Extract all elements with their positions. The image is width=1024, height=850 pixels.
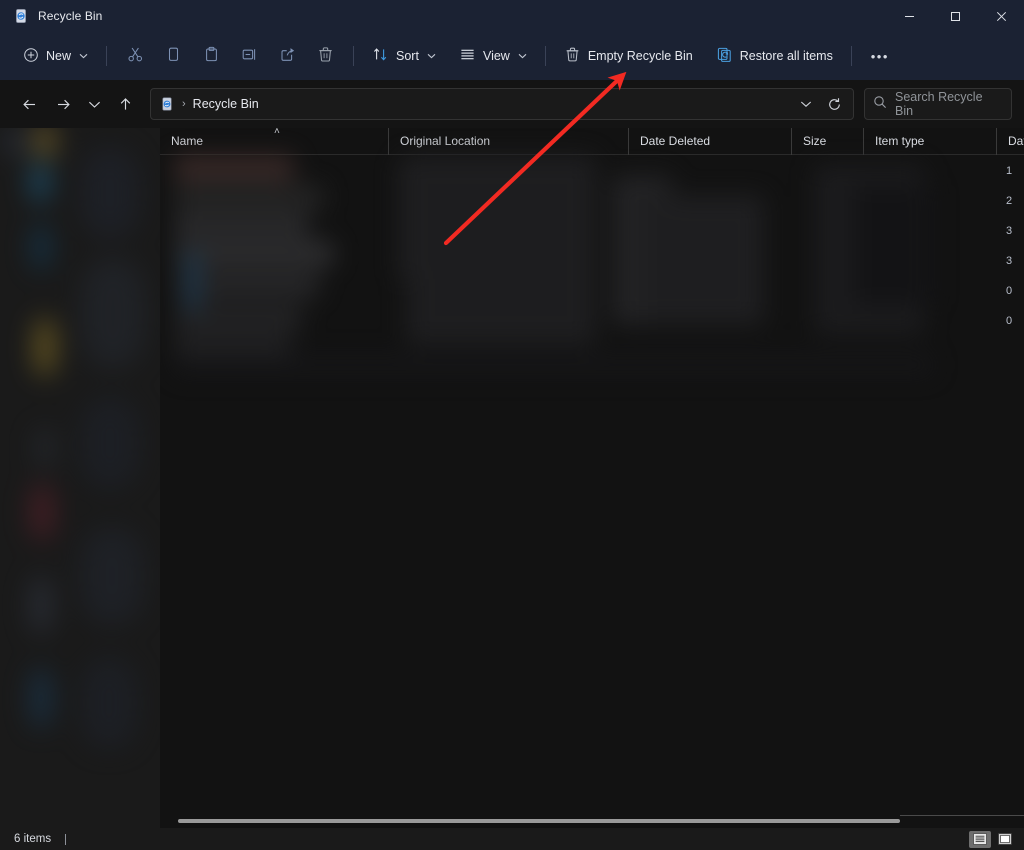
restore-icon: [716, 46, 733, 66]
large-icons-view-icon[interactable]: [994, 831, 1016, 848]
trash-icon: [564, 46, 581, 66]
forward-button[interactable]: [46, 88, 80, 120]
window-title: Recycle Bin: [38, 9, 103, 23]
column-header-label: Item type: [875, 134, 925, 148]
search-input[interactable]: Search Recycle Bin: [864, 88, 1012, 120]
sort-button[interactable]: Sort: [363, 40, 445, 72]
empty-recycle-bin-label: Empty Recycle Bin: [587, 49, 693, 63]
maximize-button[interactable]: [932, 0, 978, 32]
paste-icon: [203, 46, 220, 66]
file-rows-blurred: [174, 155, 1024, 375]
scrollbar-track-line: [900, 815, 1024, 816]
row-edge-fragment: 3: [1006, 225, 1013, 237]
column-header-label: Dat: [1008, 134, 1024, 148]
empty-recycle-bin-button[interactable]: Empty Recycle Bin: [555, 40, 702, 72]
rename-icon: [241, 46, 258, 66]
back-button[interactable]: [12, 88, 46, 120]
row-edge-fragment: 2: [1006, 195, 1013, 207]
row-edge-fragment: 3: [1006, 255, 1013, 267]
copy-button[interactable]: [154, 40, 192, 72]
share-icon: [279, 46, 296, 66]
sort-ascending-icon: ˄: [274, 128, 280, 137]
view-toggle-group: [969, 830, 1016, 848]
file-explorer-window: Recycle Bin New Sort View Empty Recycle …: [0, 0, 1024, 850]
chevron-down-icon: [79, 51, 88, 61]
scrollbar-thumb[interactable]: [178, 819, 900, 823]
file-list-pane: ˄ Name Original Location Date Deleted Si…: [160, 128, 1024, 828]
close-button[interactable]: [978, 0, 1024, 32]
column-header-date[interactable]: Dat: [996, 128, 1024, 155]
view-button[interactable]: View: [450, 40, 536, 72]
new-button-label: New: [46, 49, 72, 63]
breadcrumb-item-recycle-bin[interactable]: Recycle Bin: [193, 97, 259, 111]
column-header-label: Size: [803, 134, 827, 148]
navigation-pane-blurred-content: [0, 128, 160, 828]
chevron-down-icon: [427, 51, 436, 61]
rename-button[interactable]: [230, 40, 268, 72]
recent-locations-button[interactable]: [80, 88, 108, 120]
toolbar-divider-4: [850, 46, 852, 66]
column-header-item-type[interactable]: Item type: [863, 128, 996, 155]
new-button[interactable]: New: [14, 40, 97, 72]
search-icon: [873, 95, 887, 114]
address-bar[interactable]: › Recycle Bin: [150, 88, 854, 120]
title-bar: Recycle Bin: [0, 0, 1024, 32]
horizontal-scrollbar[interactable]: [160, 814, 1024, 828]
toolbar-divider-1: [106, 46, 108, 66]
restore-all-items-label: Restore all items: [739, 49, 833, 63]
restore-all-items-button[interactable]: Restore all items: [707, 40, 842, 72]
chevron-down-icon: [518, 51, 527, 61]
column-header-size[interactable]: Size: [791, 128, 863, 155]
sort-arrows-icon: [372, 46, 389, 66]
address-dropdown-icon[interactable]: [793, 91, 819, 117]
column-header-original-location[interactable]: Original Location: [388, 128, 628, 155]
copy-icon: [165, 46, 182, 66]
recycle-bin-icon: [13, 8, 29, 24]
delete-button[interactable]: [306, 40, 344, 72]
column-header-label: Original Location: [400, 134, 491, 148]
file-list[interactable]: 1 2 3 3 0 0: [160, 155, 1024, 828]
view-lines-icon: [459, 46, 476, 66]
search-placeholder: Search Recycle Bin: [895, 90, 983, 118]
cut-button[interactable]: [116, 40, 154, 72]
see-more-button[interactable]: •••: [861, 40, 899, 72]
delete-icon: [317, 46, 334, 66]
ellipsis-icon: •••: [870, 48, 889, 64]
item-count-label: 6 items: [14, 833, 52, 845]
cut-icon: [127, 46, 144, 66]
refresh-icon[interactable]: [819, 91, 849, 117]
share-button[interactable]: [268, 40, 306, 72]
row-edge-fragment: 1: [1006, 165, 1013, 177]
status-divider: [65, 833, 67, 845]
plus-circle-icon: [23, 47, 39, 66]
up-button[interactable]: [108, 88, 142, 120]
column-header-label: Name: [171, 134, 204, 148]
sort-button-label: Sort: [396, 49, 419, 63]
navigation-bar: › Recycle Bin Search Recycle Bin: [0, 80, 1024, 128]
column-headers: ˄ Name Original Location Date Deleted Si…: [160, 128, 1024, 155]
toolbar-divider-3: [544, 46, 546, 66]
column-header-date-deleted[interactable]: Date Deleted: [628, 128, 791, 155]
recycle-bin-icon: [159, 96, 175, 112]
window-controls: [886, 0, 1024, 32]
title-bar-left: Recycle Bin: [0, 8, 102, 24]
paste-button[interactable]: [192, 40, 230, 72]
breadcrumb-separator: ›: [182, 98, 186, 110]
minimize-button[interactable]: [886, 0, 932, 32]
column-header-name[interactable]: ˄ Name: [160, 128, 388, 155]
column-header-label: Date Deleted: [640, 134, 711, 148]
command-bar: New Sort View Empty Recycle Bin Restore …: [0, 32, 1024, 80]
status-bar: 6 items: [0, 828, 1024, 850]
details-view-icon[interactable]: [969, 830, 991, 848]
navigation-pane[interactable]: [0, 128, 160, 828]
view-button-label: View: [482, 49, 510, 63]
row-edge-fragment: 0: [1006, 315, 1013, 327]
row-edge-fragment: 0: [1006, 285, 1013, 297]
toolbar-divider-2: [353, 46, 355, 66]
